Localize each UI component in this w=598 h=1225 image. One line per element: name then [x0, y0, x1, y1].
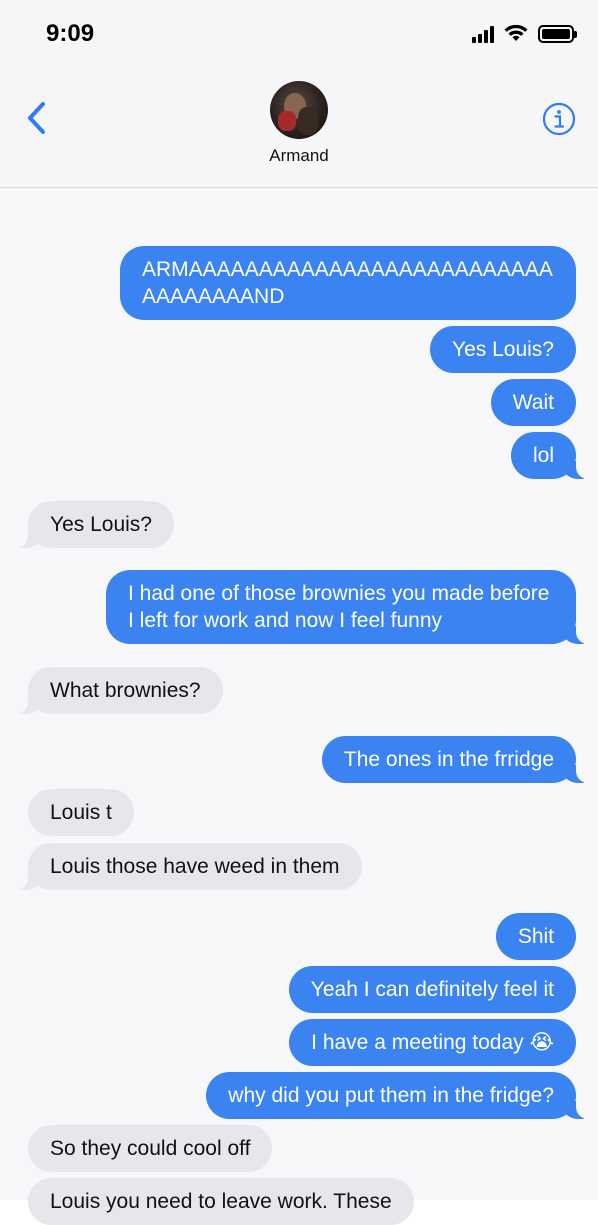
message-row: I have a meeting today 😭	[289, 1019, 576, 1066]
sent-message-bubble[interactable]: why did you put them in the fridge?	[206, 1072, 594, 1119]
message-row: why did you put them in the fridge?	[206, 1072, 594, 1119]
message-row: I had one of those brownies you made bef…	[106, 570, 594, 644]
message-row: ARMAAAAAAAAAAAAAAAAAAAAAAAAAAAAAAAAAAND	[120, 246, 576, 320]
received-message-bubble[interactable]: Louis t	[28, 789, 134, 836]
received-message-bubble[interactable]: So they could cool off	[28, 1125, 273, 1172]
sent-message-bubble[interactable]: Yes Louis?	[430, 326, 576, 373]
chevron-left-icon[interactable]	[24, 100, 48, 136]
sent-message-bubble[interactable]: ARMAAAAAAAAAAAAAAAAAAAAAAAAAAAAAAAAAAND	[120, 246, 576, 320]
message-row: Yes Louis?	[430, 326, 576, 373]
message-row: Wait	[490, 379, 576, 426]
message-row: Louis you need to leave work. These	[28, 1178, 414, 1225]
message-row: Yeah I can definitely feel it	[288, 966, 576, 1013]
message-thread[interactable]: ARMAAAAAAAAAAAAAAAAAAAAAAAAAAAAAAAAAAND …	[0, 188, 598, 1225]
message-row: Louis t	[28, 789, 134, 836]
status-icons	[472, 24, 577, 43]
navigation-header: 9:09 Armand	[0, 0, 598, 188]
received-message-bubble[interactable]: Louis those have weed in them	[10, 843, 362, 890]
message-row: Louis those have weed in them	[10, 843, 362, 890]
cellular-signal-icon	[472, 25, 494, 43]
message-row: Yes Louis?	[10, 501, 174, 548]
message-row: What brownies?	[10, 667, 223, 714]
contact-name[interactable]: Armand	[0, 146, 598, 166]
sent-message-bubble[interactable]: I had one of those brownies you made bef…	[106, 570, 594, 644]
wifi-icon	[504, 24, 528, 41]
sent-message-bubble[interactable]: lol	[510, 432, 595, 479]
message-row: Shit	[495, 913, 576, 960]
info-icon[interactable]	[542, 102, 576, 136]
message-row: The ones in the frridge	[321, 736, 595, 783]
sent-message-bubble[interactable]: The ones in the frridge	[321, 736, 595, 783]
battery-icon	[538, 24, 577, 43]
sent-message-bubble[interactable]: Yeah I can definitely feel it	[288, 966, 576, 1013]
contact-avatar[interactable]	[270, 81, 328, 139]
sent-message-bubble[interactable]: I have a meeting today 😭	[289, 1019, 576, 1066]
received-message-bubble[interactable]: Louis you need to leave work. These	[28, 1178, 414, 1225]
status-time: 9:09	[46, 20, 95, 47]
received-message-bubble[interactable]: Yes Louis?	[10, 501, 174, 548]
sent-message-bubble[interactable]: Wait	[490, 379, 576, 426]
sent-message-bubble[interactable]: Shit	[495, 913, 576, 960]
message-row: lol	[510, 432, 595, 479]
received-message-bubble[interactable]: What brownies?	[10, 667, 223, 714]
message-row: So they could cool off	[28, 1125, 273, 1172]
